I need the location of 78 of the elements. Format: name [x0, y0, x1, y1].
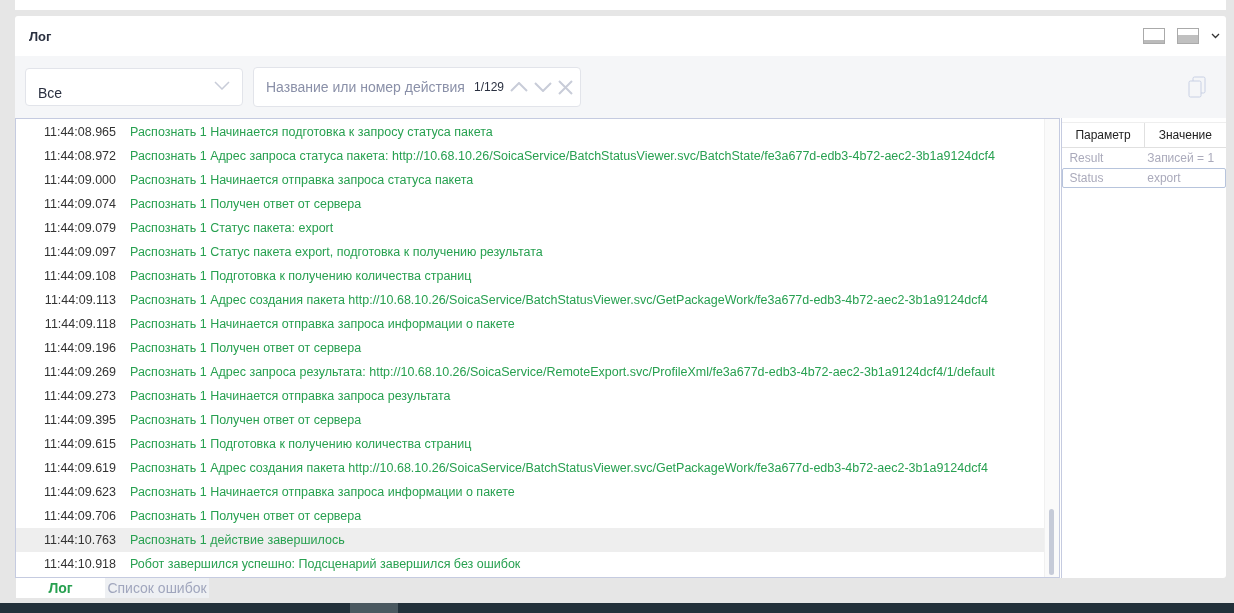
log-row[interactable]: 11:44:09.273 Распознать 1 Начинается отправка запроса результата	[16, 384, 1046, 408]
close-icon[interactable]	[558, 79, 574, 95]
chevron-up-icon[interactable]	[510, 82, 529, 92]
log-time: 11:44:09.273	[42, 389, 117, 403]
log-message: Распознать 1 Адрес создания пакета http://10.68.10.26/SoicaService/BatchStatusViewer.svc/GetPackageWork/fe3a677d-edb3-4b72-aec2-3b1a9124dcf4	[130, 461, 988, 475]
log-message: Распознать 1 Статус пакета: export	[130, 221, 334, 235]
column-header[interactable]: Параметр	[1062, 123, 1144, 147]
param-name: Status	[1069, 171, 1105, 185]
log-message: Распознать 1 Начинается подготовка к запросу статуса пакета	[130, 125, 493, 139]
log-message: Распознать 1 Адрес создания пакета http://10.68.10.26/SoicaService/BatchStatusViewer.svc/GetPackageWork/fe3a677d-edb3-4b72-aec2-3b1a9124dcf4	[130, 293, 988, 307]
log-message: Распознать 1 Статус пакета export, подготовка к получению результата	[130, 245, 543, 259]
log-message: Распознать 1 Получен ответ от сервера	[130, 341, 362, 355]
log-time: 11:44:09.623	[42, 485, 117, 499]
log-message: Распознать 1 Адрес запроса результата: http://10.68.10.26/SoicaService/RemoteExport.svc/ProfileXml/fe3a677d-edb3-4b72-aec2-3b1a9124dcf4/1/default	[130, 365, 995, 379]
param-value: Записей = 1	[1147, 151, 1216, 165]
log-time: 11:44:08.972	[42, 149, 117, 163]
chevron-down-icon	[214, 80, 230, 90]
log-message: Распознать 1 Получен ответ от сервера	[130, 509, 362, 523]
log-time: 11:44:09.113	[43, 293, 117, 307]
log-row[interactable]: 11:44:09.118 Распознать 1 Начинается отправка запроса информации о пакете	[16, 312, 1046, 336]
log-row[interactable]: 11:44:09.097 Распознать 1 Статус пакета export, подготовка к получению результата	[16, 240, 1046, 264]
panel-title: Лог	[29, 28, 52, 44]
log-time: 11:44:10.763	[42, 533, 117, 547]
log-time: 11:44:09.079	[42, 221, 117, 235]
log-row[interactable]: 11:44:10.763 Распознать 1 действие завершилось	[16, 528, 1046, 552]
log-message: Распознать 1 Начинается отправка запроса результата	[130, 389, 451, 403]
log-message: Распознать 1 Начинается отправка запроса статуса пакета	[130, 173, 474, 187]
log-row[interactable]: 11:44:09.113 Распознать 1 Адрес создания пакета http://10.68.10.26/SoicaService/BatchStatusViewer.svc/GetPackageWork/fe3a677d-edb3-4b72-aec2-3b1a9124dcf4	[16, 288, 1046, 312]
log-message: Распознать 1 Начинается отправка запроса информации о пакете	[130, 317, 515, 331]
log-message: Распознать 1 Адрес запроса статуса пакета: http://10.68.10.26/SoicaService/BatchStatusViewer.svc/BatchState/fe3a677d-edb3-4b72-aec2-3b1a9124dcf4	[130, 149, 995, 163]
scrollbar[interactable]	[1044, 119, 1061, 577]
log-message: Распознать 1 Подготовка к получению количества страниц	[130, 437, 472, 451]
log-row[interactable]: 11:44:08.965 Распознать 1 Начинается подготовка к запросу статуса пакета	[16, 120, 1046, 144]
log-row[interactable]: 11:44:09.395 Распознать 1 Получен ответ от сервера	[16, 408, 1046, 432]
log-row[interactable]: 11:44:10.918 Робот завершился успешно: Подсценарий завершился без ошибок	[16, 552, 1046, 576]
log-message: Робот завершился успешно: Подсценарий завершился без ошибок	[130, 557, 521, 571]
log-time: 11:44:08.965	[42, 125, 117, 139]
level-dropdown[interactable]: Все	[25, 68, 243, 106]
param-name: Result	[1069, 151, 1105, 165]
search-field[interactable]: Название или номер действия	[264, 78, 468, 96]
log-time: 11:44:09.269	[42, 365, 117, 379]
log-message: Распознать 1 действие завершилось	[130, 533, 345, 547]
log-message: Распознать 1 Подготовка к получению количества страниц	[130, 269, 472, 283]
dock-bottom-icon[interactable]	[1143, 28, 1165, 44]
log-time: 11:44:09.395	[42, 413, 117, 427]
log-row[interactable]: 11:44:09.196 Распознать 1 Получен ответ от сервера	[16, 336, 1046, 360]
log-time: 11:44:09.196	[42, 341, 117, 355]
log-time: 11:44:09.097	[42, 245, 117, 259]
search-bar[interactable]: Название или номер действия 1/129	[253, 67, 581, 107]
chevron-down-icon[interactable]	[1211, 33, 1220, 39]
match-counter: 1/129	[474, 80, 505, 94]
log-message: Распознать 1 Начинается отправка запроса информации о пакете	[130, 485, 515, 499]
log-row[interactable]: 11:44:09.615 Распознать 1 Подготовка к получению количества страниц	[16, 432, 1046, 456]
log-time: 11:44:10.918	[42, 557, 117, 571]
log-message: Распознать 1 Получен ответ от сервера	[130, 413, 362, 427]
taskbar-item[interactable]	[350, 603, 398, 613]
log-row[interactable]: 11:44:08.972 Распознать 1 Адрес запроса статуса пакета: http://10.68.10.26/SoicaService/BatchStatusViewer.svc/BatchState/fe3a677d-edb3-4b72-aec2-3b1a9124dcf4	[16, 144, 1046, 168]
log-row[interactable]: 11:44:09.074 Распознать 1 Получен ответ от сервера	[16, 192, 1046, 216]
log-time: 11:44:09.000	[42, 173, 117, 187]
log-row[interactable]: 11:44:09.269 Распознать 1 Адрес запроса результата: http://10.68.10.26/SoicaService/RemoteExport.svc/ProfileXml/fe3a677d-edb3-4b72-aec2-3b1a9124dcf4/1/default	[16, 360, 1046, 384]
log-time: 11:44:09.615	[42, 437, 117, 451]
log-time: 11:44:09.706	[42, 509, 117, 523]
log-row[interactable]: 11:44:09.623 Распознать 1 Начинается отправка запроса информации о пакете	[16, 480, 1046, 504]
log-time: 11:44:09.074	[42, 197, 117, 211]
log-row[interactable]: 11:44:09.619 Распознать 1 Адрес создания пакета http://10.68.10.26/SoicaService/BatchStatusViewer.svc/GetPackageWork/fe3a677d-edb3-4b72-aec2-3b1a9124dcf4	[16, 456, 1046, 480]
param-value: export	[1147, 171, 1182, 185]
log-message: Распознать 1 Получен ответ от сервера	[130, 197, 362, 211]
log-time: 11:44:09.619	[42, 461, 117, 475]
log-row[interactable]: 11:44:09.706 Распознать 1 Получен ответ от сервера	[16, 504, 1046, 528]
log-row[interactable]: 11:44:09.108 Распознать 1 Подготовка к получению количества страниц	[16, 264, 1046, 288]
column-header[interactable]: Значение	[1143, 123, 1226, 147]
log-time: 11:44:09.108	[42, 269, 117, 283]
copy-icon[interactable]	[1188, 76, 1206, 98]
log-row[interactable]: 11:44:09.000 Распознать 1 Начинается отправка запроса статуса пакета	[16, 168, 1046, 192]
log-time: 11:44:09.118	[43, 317, 117, 331]
log-row[interactable]: 11:44:09.079 Распознать 1 Статус пакета: export	[16, 216, 1046, 240]
scrollbar-thumb[interactable]	[1049, 509, 1055, 575]
dock-half-icon[interactable]	[1177, 28, 1199, 44]
